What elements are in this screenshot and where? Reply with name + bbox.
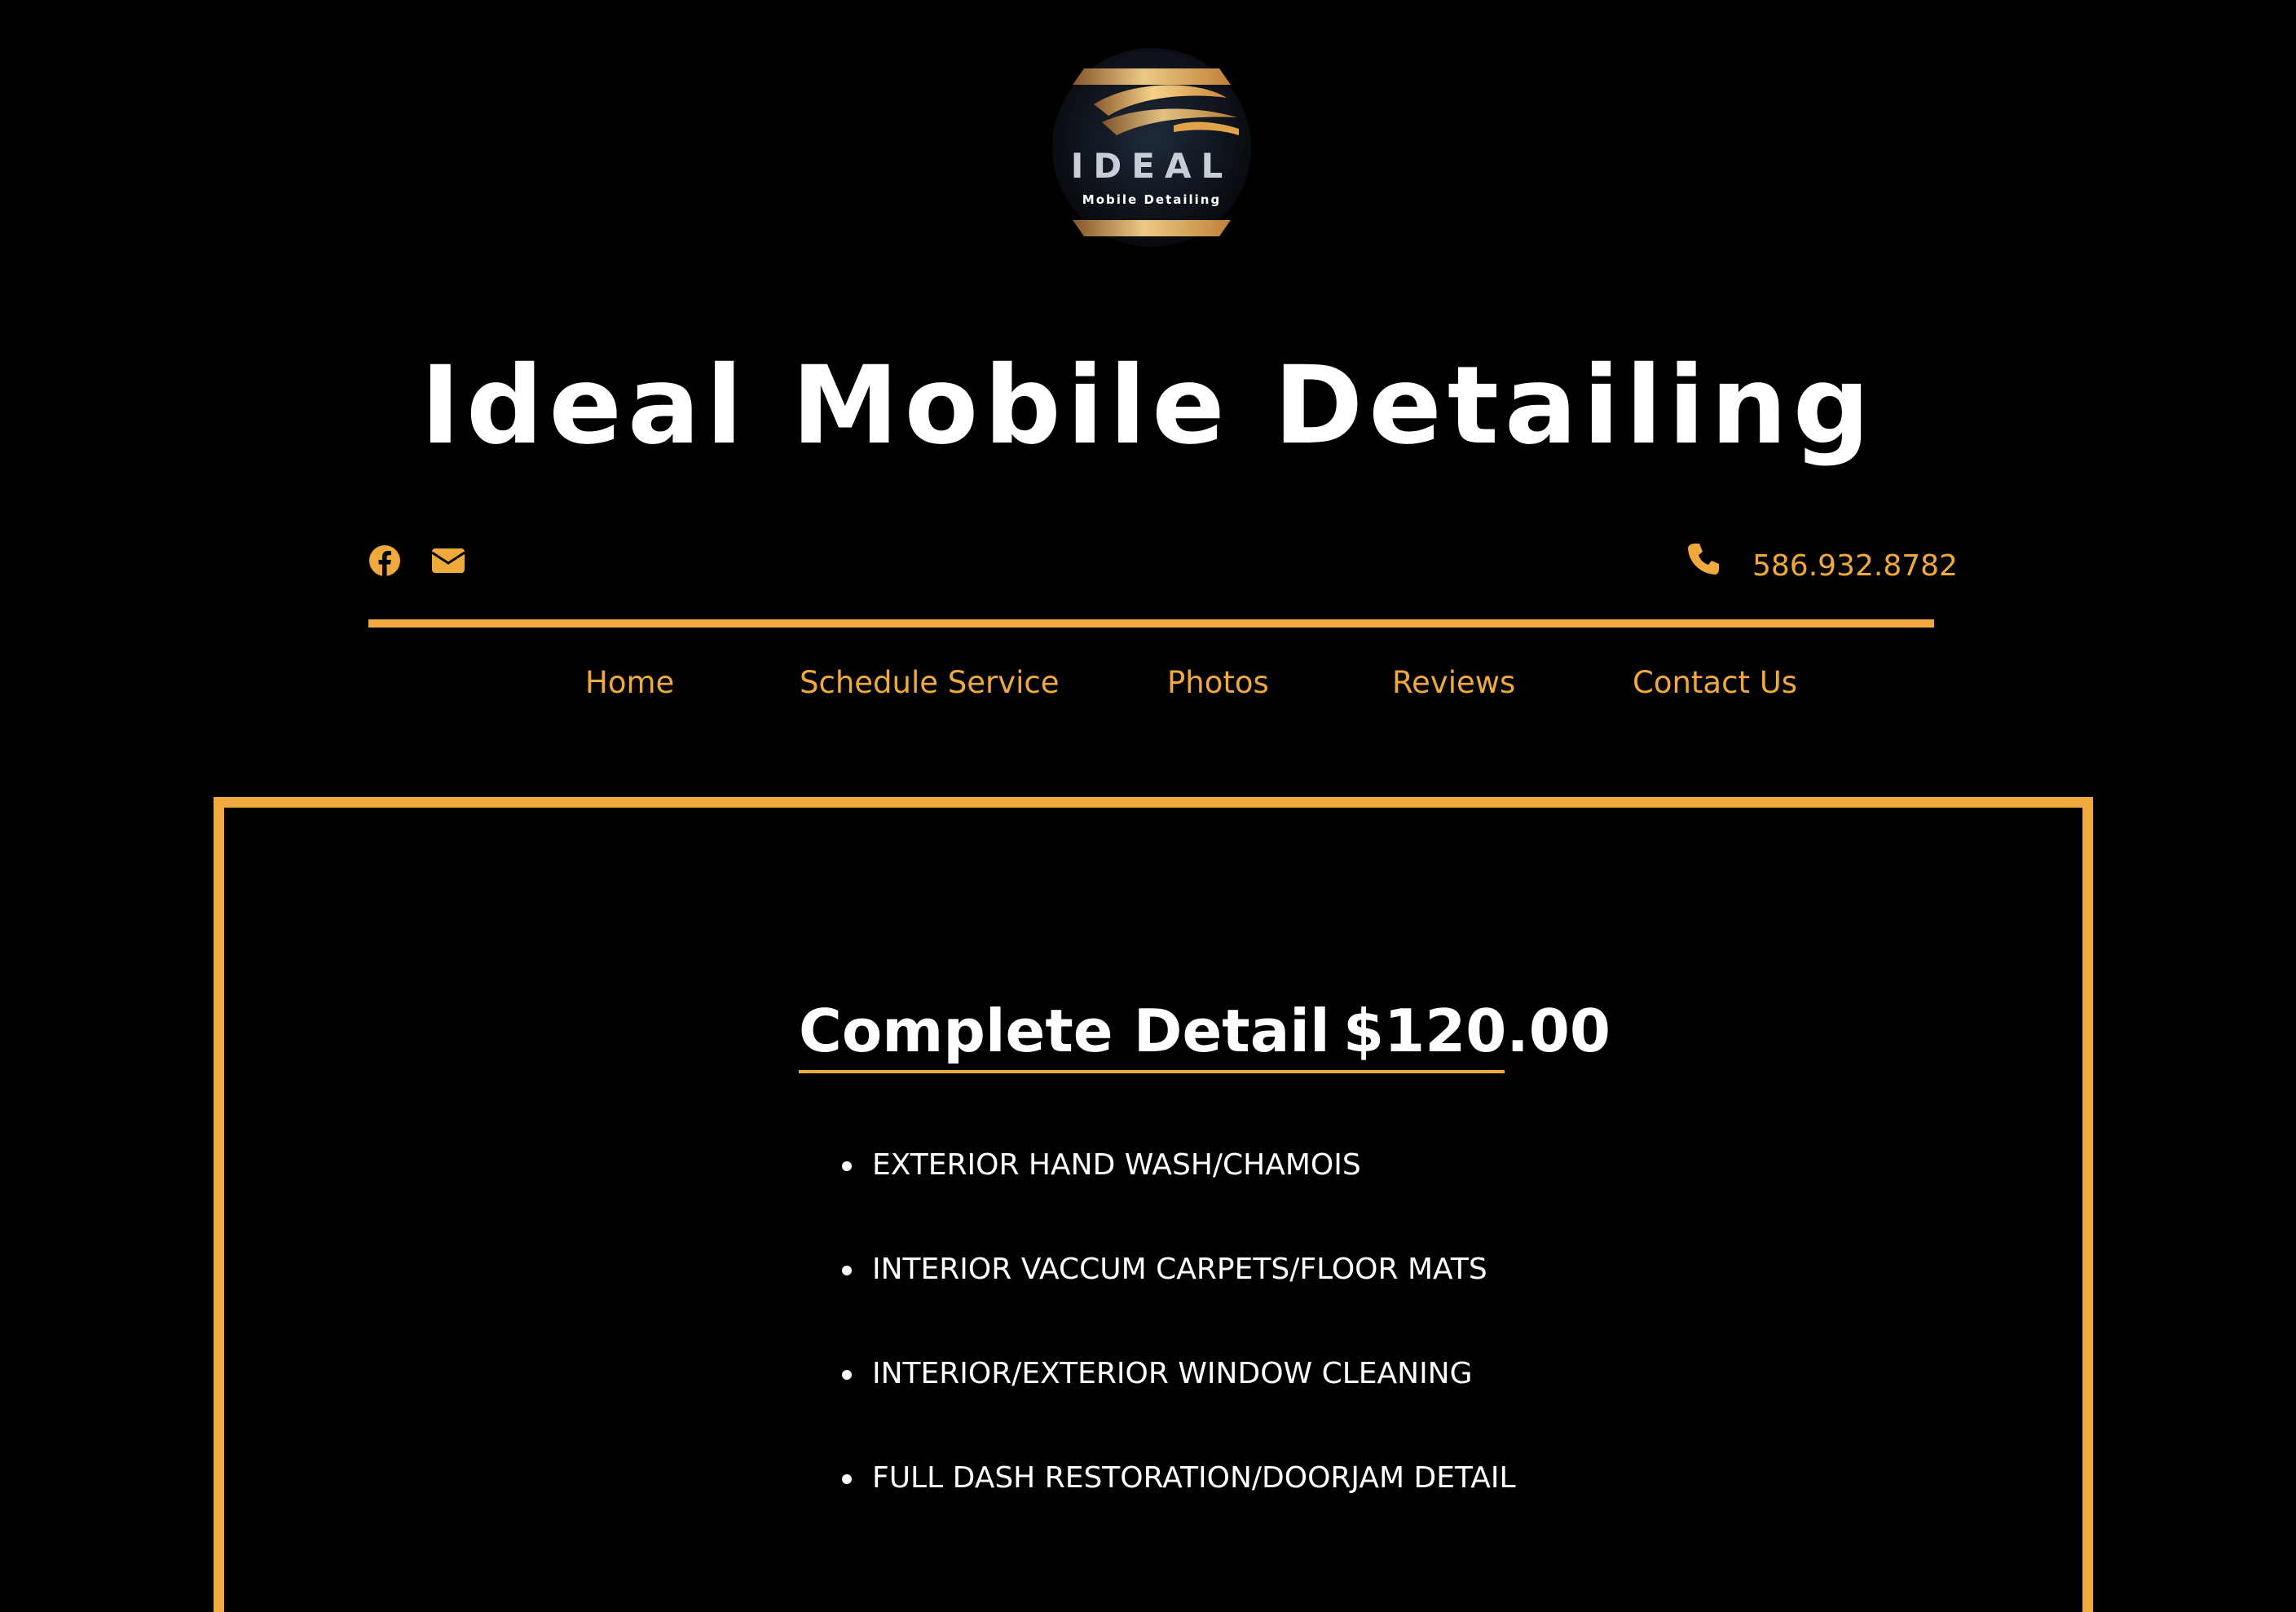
envelope-icon[interactable] bbox=[431, 545, 465, 575]
nav-item-contact-us[interactable]: Contact Us bbox=[1633, 658, 1797, 707]
nav-item-schedule-service[interactable]: Schedule Service bbox=[800, 658, 1060, 707]
nav-item-photos[interactable]: Photos bbox=[1167, 658, 1269, 707]
heading-underline bbox=[799, 1070, 1505, 1073]
feature-list: EXTERIOR HAND WASH/CHAMOIS INTERIOR VACC… bbox=[840, 1141, 1516, 1558]
header-divider bbox=[368, 619, 1934, 628]
bullet-icon bbox=[842, 1161, 852, 1171]
list-item: FULL DASH RESTORATION/DOORJAM DETAIL bbox=[840, 1454, 1516, 1558]
logo-word: IDEAL bbox=[1071, 146, 1232, 186]
list-item: INTERIOR VACCUM CARPETS/FLOOR MATS bbox=[840, 1245, 1516, 1350]
phone-number-link[interactable]: 586.932.8782 bbox=[1752, 546, 1958, 587]
service-name: Complete Detail bbox=[799, 997, 1330, 1065]
feature-text: INTERIOR/EXTERIOR WINDOW CLEANING bbox=[872, 1357, 1473, 1390]
nav-item-reviews[interactable]: Reviews bbox=[1392, 658, 1515, 707]
service-price: $120.00 bbox=[1343, 997, 1611, 1065]
site-logo[interactable]: IDEAL Mobile Detailing bbox=[1051, 47, 1252, 248]
feature-text: FULL DASH RESTORATION/DOORJAM DETAIL bbox=[872, 1461, 1516, 1495]
nav-item-home[interactable]: Home bbox=[585, 658, 674, 707]
feature-text: INTERIOR VACCUM CARPETS/FLOOR MATS bbox=[872, 1253, 1487, 1286]
facebook-icon[interactable] bbox=[368, 544, 401, 577]
phone-icon[interactable] bbox=[1687, 542, 1720, 576]
list-item: INTERIOR/EXTERIOR WINDOW CLEANING bbox=[840, 1350, 1516, 1454]
feature-text: EXTERIOR HAND WASH/CHAMOIS bbox=[872, 1148, 1361, 1182]
bullet-icon bbox=[842, 1266, 852, 1275]
bullet-icon bbox=[842, 1370, 852, 1380]
list-item: EXTERIOR HAND WASH/CHAMOIS bbox=[840, 1141, 1516, 1245]
site-title: Ideal Mobile Detailing bbox=[420, 343, 1876, 469]
main-nav: Home Schedule Service Photos Reviews Con… bbox=[368, 658, 1934, 707]
bullet-icon bbox=[842, 1474, 852, 1484]
logo-tagline: Mobile Detailing bbox=[1082, 192, 1221, 207]
